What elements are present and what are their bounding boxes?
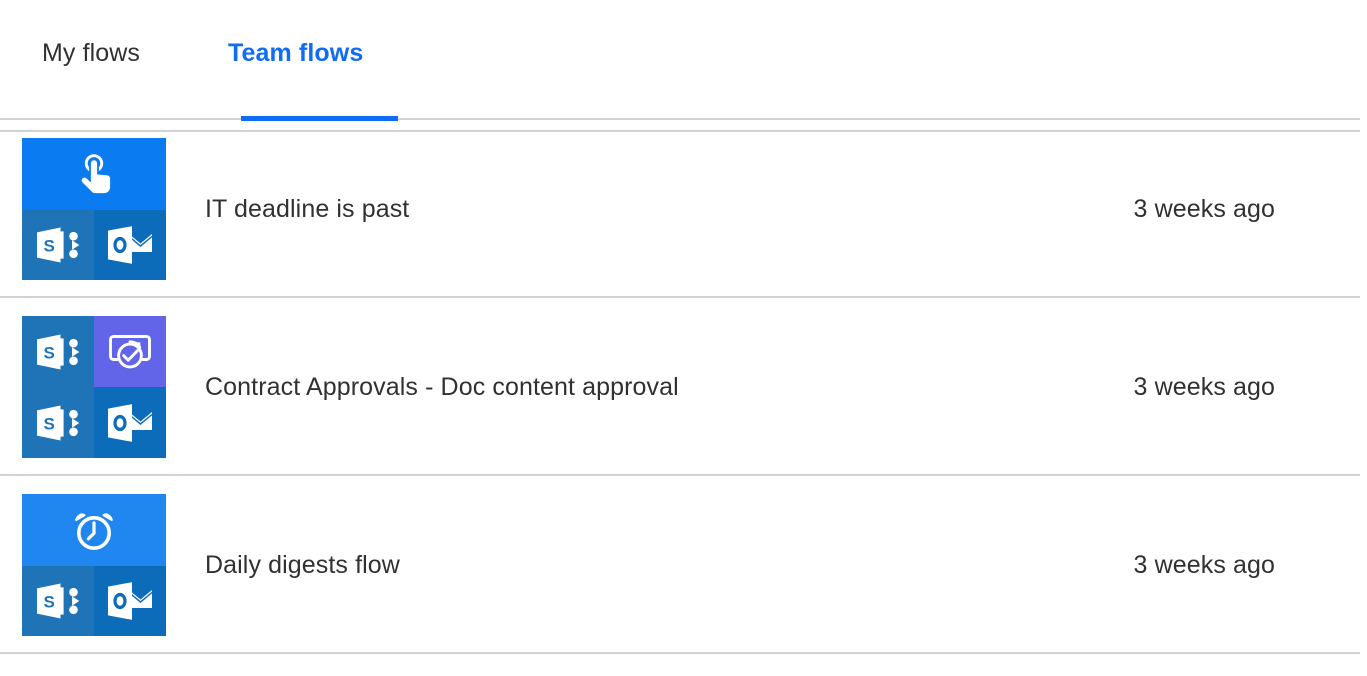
sharepoint-icon: S xyxy=(22,566,94,636)
flow-row[interactable]: S S Contract Approvals - Doc content app… xyxy=(0,298,1367,476)
sharepoint-icon: S xyxy=(22,316,94,387)
flow-row[interactable]: S IT deadline is past 3 weeks ago xyxy=(0,120,1367,298)
flow-modified-time: 3 weeks ago xyxy=(1133,551,1275,579)
svg-text:S: S xyxy=(44,414,55,433)
recurrence-alarm-clock-icon xyxy=(22,494,166,566)
svg-text:S: S xyxy=(44,236,55,255)
flow-row[interactable]: S Daily digests flow 3 weeks ago xyxy=(0,476,1367,654)
flow-modified-time: 3 weeks ago xyxy=(1133,195,1275,223)
flow-icon-tile: S xyxy=(22,138,166,280)
tab-list: My flows Team flows xyxy=(0,0,1367,82)
svg-text:S: S xyxy=(44,343,55,362)
outlook-icon xyxy=(94,387,166,458)
flow-icon-tile: S xyxy=(22,494,166,636)
flow-title[interactable]: Daily digests flow xyxy=(166,549,1134,581)
active-tab-indicator xyxy=(241,116,398,121)
tab-team-flows[interactable]: Team flows xyxy=(224,38,367,68)
flow-modified-time: 3 weeks ago xyxy=(1133,373,1275,401)
flow-title[interactable]: Contract Approvals - Doc content approva… xyxy=(166,371,1134,403)
flow-icon-tile: S S xyxy=(22,316,166,458)
flow-title[interactable]: IT deadline is past xyxy=(166,193,1134,225)
tab-my-flows[interactable]: My flows xyxy=(38,38,144,68)
row-divider xyxy=(0,652,1360,654)
sharepoint-icon: S xyxy=(22,210,94,280)
tabs-bar: My flows Team flows xyxy=(0,0,1367,132)
team-flows-list: S IT deadline is past 3 weeks ago S S Co… xyxy=(0,120,1367,654)
manual-trigger-button-icon xyxy=(22,138,166,210)
outlook-icon xyxy=(94,566,166,636)
outlook-icon xyxy=(94,210,166,280)
approvals-icon xyxy=(94,316,166,387)
sharepoint-icon: S xyxy=(22,387,94,458)
svg-text:S: S xyxy=(44,592,55,611)
